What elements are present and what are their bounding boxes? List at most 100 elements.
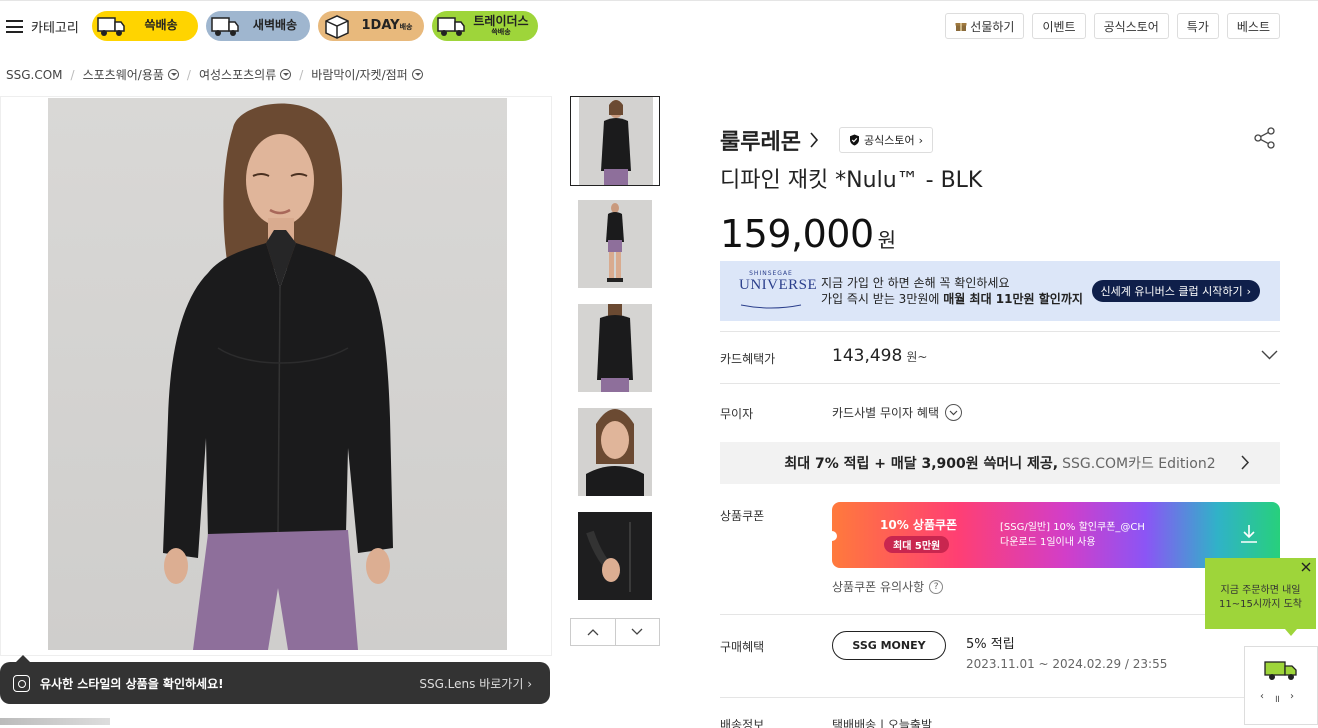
lens-banner-link[interactable]: SSG.Lens 바로가기 › bbox=[419, 675, 532, 692]
gift-icon bbox=[955, 23, 967, 31]
chevron-down-icon[interactable] bbox=[1261, 350, 1278, 360]
oneday-delivery-button[interactable]: 1DAY배송 bbox=[318, 11, 424, 41]
gift-label: 선물하기 bbox=[970, 19, 1015, 34]
category-menu-button[interactable]: 카테고리 bbox=[6, 17, 79, 36]
purchase-benefit-label: 구매혜택 bbox=[720, 640, 765, 654]
chevron-down-icon bbox=[945, 404, 962, 421]
truck-icon bbox=[437, 17, 465, 36]
widget-prev-button[interactable]: ‹ bbox=[1260, 691, 1264, 705]
divider bbox=[720, 383, 1280, 384]
truck-icon bbox=[97, 17, 125, 36]
thumbnail-1[interactable] bbox=[570, 96, 660, 186]
thumbnail-prev-button[interactable] bbox=[571, 619, 616, 645]
dawn-delivery-label: 새벽배송 bbox=[252, 18, 298, 32]
thumbnail-4[interactable] bbox=[570, 408, 660, 498]
chevron-right-icon bbox=[810, 132, 819, 148]
ssg-lens-banner[interactable]: 유사한 스타일의 상품을 확인하세요! SSG.Lens 바로가기 › bbox=[0, 655, 550, 704]
breadcrumb-item[interactable]: 스포츠웨어/용품 bbox=[83, 66, 179, 83]
delivery-tooltip: 지금 주문하면 내일 11~15시까지 도착 bbox=[1205, 558, 1316, 636]
ssg-card-promo[interactable]: 최대 7% 적립 + 매달 3,900원 쓱머니 제공, SSG.COM카드 Ed… bbox=[720, 442, 1280, 484]
ssg-money-badge: SSG MONEY bbox=[832, 631, 946, 660]
brand-row: 룰루레몬 공식스토어 › bbox=[720, 124, 933, 156]
recommended-image-peek bbox=[0, 718, 110, 725]
widget-pause-button[interactable]: ॥ bbox=[1274, 691, 1280, 705]
product-price: 159,000 원 bbox=[720, 212, 896, 256]
special-deal-label: 특가 bbox=[1186, 19, 1209, 34]
gift-button[interactable]: 선물하기 bbox=[945, 13, 1025, 39]
widget-next-button[interactable]: › bbox=[1290, 691, 1294, 705]
oneday-delivery-label: 1DAY배송 bbox=[361, 18, 413, 33]
divider bbox=[720, 614, 1280, 615]
best-label: 베스트 bbox=[1236, 19, 1270, 34]
universe-logo: SHINSEGAE UNIVERSE bbox=[739, 270, 817, 313]
universe-club-banner[interactable]: SHINSEGAE UNIVERSE 지금 가입 안 하면 손해 꼭 확인하세요… bbox=[720, 261, 1280, 321]
installment-info-button[interactable]: 카드사별 무이자 혜택 bbox=[832, 404, 962, 421]
breadcrumb: SSG.COM / 스포츠웨어/용품 / 여성스포츠의류 / 바람막이/자켓/점… bbox=[6, 66, 423, 83]
chevron-up-icon bbox=[587, 629, 599, 636]
lens-banner-text: 유사한 스타일의 상품을 확인하세요! bbox=[40, 676, 224, 691]
box-icon bbox=[325, 15, 349, 39]
card-benefit-price: 143,498 원~ bbox=[832, 346, 928, 366]
shield-check-icon bbox=[849, 134, 859, 146]
coupon-percent: 10% 상품쿠폰 bbox=[880, 518, 958, 532]
close-icon[interactable] bbox=[1301, 562, 1311, 572]
main-product-image[interactable] bbox=[48, 98, 507, 650]
event-label: 이벤트 bbox=[1042, 19, 1076, 34]
hamburger-icon bbox=[6, 20, 23, 33]
coupon-description: [SSG/일반] 10% 할인쿠폰_@CH 다운로드 1일이내 사용 bbox=[1000, 522, 1145, 548]
header: 카테고리 쓱배송 새벽배송 1DAY배송 트레이더스 쓱배송 선물하기 이벤트 … bbox=[0, 8, 1318, 44]
chevron-down-icon bbox=[631, 628, 643, 635]
ssg-delivery-button[interactable]: 쓱배송 bbox=[92, 11, 198, 41]
event-button[interactable]: 이벤트 bbox=[1032, 13, 1086, 39]
brand-name-link[interactable]: 룰루레몬 bbox=[720, 124, 801, 156]
coupon-max: 최대 5만원 bbox=[884, 536, 950, 553]
traders-delivery-button[interactable]: 트레이더스 쓱배송 bbox=[432, 11, 538, 41]
thumbnail-3[interactable] bbox=[570, 304, 660, 394]
truck-icon bbox=[1264, 661, 1297, 680]
coupon-label: 상품쿠폰 bbox=[720, 509, 765, 523]
chevron-down-icon bbox=[411, 69, 423, 80]
installment-label: 무이자 bbox=[720, 407, 754, 421]
delivery-widget[interactable]: ‹ ॥ › bbox=[1244, 646, 1318, 725]
thumbnail-2[interactable] bbox=[570, 200, 660, 290]
main-product-image-frame bbox=[0, 96, 552, 656]
dawn-delivery-button[interactable]: 새벽배송 bbox=[206, 11, 310, 41]
breadcrumb-item[interactable]: 바람막이/자켓/점퍼 bbox=[311, 66, 423, 83]
reward-rate: 5% 적립 bbox=[966, 637, 1015, 652]
divider bbox=[720, 697, 1280, 698]
download-icon bbox=[1241, 525, 1257, 543]
product-title: 디파인 재킷 *Nulu™ - BLK bbox=[720, 168, 983, 193]
universe-join-button[interactable]: 신세계 유니버스 클럽 시작하기 › bbox=[1091, 280, 1260, 302]
delivery-info-row: 배송정보 택배배송 | 오늘출발 bbox=[720, 718, 932, 728]
coupon-notice-link[interactable]: 상품쿠폰 유의사항? bbox=[832, 578, 944, 595]
universe-text: 지금 가입 안 하면 손해 꼭 확인하세요 가입 즉시 받는 3만원에 매월 최… bbox=[821, 276, 1083, 306]
card-benefit-label: 카드혜택가 bbox=[720, 352, 776, 366]
lens-icon bbox=[13, 674, 30, 692]
best-button[interactable]: 베스트 bbox=[1226, 13, 1280, 39]
chevron-right-icon bbox=[1241, 455, 1250, 470]
share-icon[interactable] bbox=[1254, 127, 1276, 149]
special-deal-button[interactable]: 특가 bbox=[1176, 13, 1219, 39]
thumbnail-5[interactable] bbox=[570, 512, 660, 602]
reward-period: 2023.11.01 ~ 2024.02.29 / 23:55 bbox=[966, 657, 1168, 671]
ssg-delivery-label: 쓱배송 bbox=[144, 18, 178, 32]
price-unit: 원 bbox=[877, 228, 897, 252]
traders-delivery-label: 트레이더스 쓱배송 bbox=[473, 14, 529, 36]
thumbnail-next-button[interactable] bbox=[616, 619, 660, 645]
thumbnail-nav bbox=[570, 618, 660, 646]
thumbnail-list bbox=[570, 96, 660, 616]
help-icon: ? bbox=[929, 579, 944, 594]
category-label: 카테고리 bbox=[31, 21, 79, 36]
chevron-down-icon bbox=[167, 69, 179, 80]
price-value: 159,000 bbox=[720, 212, 874, 256]
top-border bbox=[0, 0, 1318, 3]
official-store-badge[interactable]: 공식스토어 › bbox=[838, 127, 933, 153]
header-links: 선물하기 이벤트 공식스토어 특가 베스트 bbox=[945, 13, 1280, 39]
breadcrumb-home[interactable]: SSG.COM bbox=[6, 68, 63, 82]
breadcrumb-item[interactable]: 여성스포츠의류 bbox=[199, 66, 292, 83]
divider bbox=[720, 331, 1280, 332]
official-store-label: 공식스토어 bbox=[1103, 19, 1159, 34]
official-store-button[interactable]: 공식스토어 bbox=[1093, 13, 1169, 39]
chevron-down-icon bbox=[280, 69, 292, 80]
truck-icon bbox=[211, 17, 239, 36]
